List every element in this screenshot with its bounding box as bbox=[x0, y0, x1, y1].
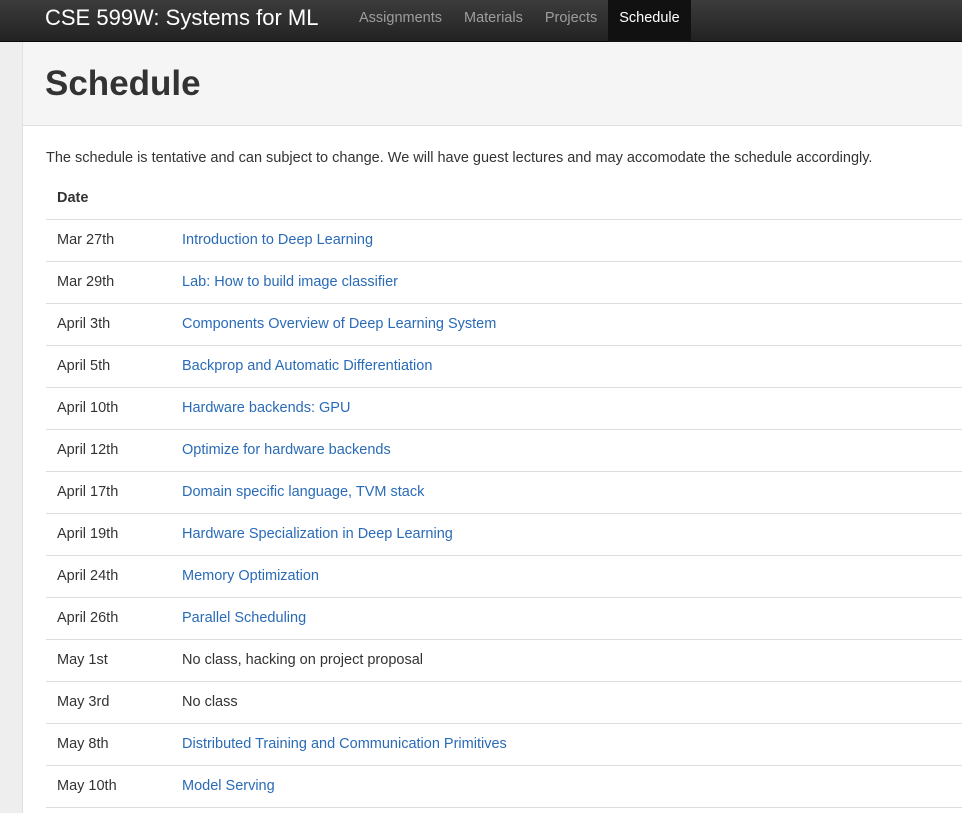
row-topic-cell: Memory Optimization bbox=[171, 555, 962, 598]
lecture-link[interactable]: Hardware Specialization in Deep Learning bbox=[182, 526, 453, 542]
left-gutter bbox=[0, 42, 23, 813]
lecture-link[interactable]: Lab: How to build image classifier bbox=[182, 274, 398, 290]
nav-materials[interactable]: Materials bbox=[453, 0, 534, 42]
schedule-intro: The schedule is tentative and can subjec… bbox=[46, 150, 873, 166]
table-row: May 1st No class, hacking on project prop… bbox=[46, 639, 962, 682]
table-header-row: Date bbox=[46, 178, 962, 220]
row-topic-cell: Distributed Training and Communication P… bbox=[171, 723, 962, 766]
table-row: May 10th Model Serving bbox=[46, 765, 962, 808]
lecture-link[interactable]: Components Overview of Deep Learning Sys… bbox=[182, 316, 496, 332]
table-row: Mar 29th Lab: How to build image classifi… bbox=[46, 261, 962, 304]
lecture-link[interactable]: Distributed Training and Communication P… bbox=[182, 736, 507, 752]
row-date: Mar 29th bbox=[46, 261, 171, 304]
row-date: May 3rd bbox=[46, 681, 171, 724]
row-date: May 10th bbox=[46, 765, 171, 808]
row-date: April 12th bbox=[46, 429, 171, 472]
page-header: Schedule bbox=[23, 42, 962, 126]
table-row: April 24th Memory Optimization bbox=[46, 555, 962, 598]
row-topic-cell: Optimize for hardware backends bbox=[171, 429, 962, 472]
schedule-body: Mar 27th Introduction to Deep Learning Mar… bbox=[46, 219, 962, 808]
lecture-link[interactable]: Hardware backends: GPU bbox=[182, 400, 350, 416]
main-nav: Assignments Materials Projects Schedule bbox=[348, 0, 691, 42]
lecture-link[interactable]: Introduction to Deep Learning bbox=[182, 232, 373, 248]
row-date: April 10th bbox=[46, 387, 171, 430]
row-topic-cell: Backprop and Automatic Differentiation bbox=[171, 345, 962, 388]
row-topic-cell: Model Serving bbox=[171, 765, 962, 808]
lecture-link[interactable]: Model Serving bbox=[182, 778, 275, 794]
row-topic-cell: No class bbox=[171, 681, 962, 724]
table-row: April 26th Parallel Scheduling bbox=[46, 597, 962, 640]
table-row: April 10th Hardware backends: GPU bbox=[46, 387, 962, 430]
table-row: April 5th Backprop and Automatic Differen… bbox=[46, 345, 962, 388]
nav-schedule[interactable]: Schedule bbox=[608, 0, 691, 42]
table-row: April 3th Components Overview of Deep Lea… bbox=[46, 303, 962, 346]
row-topic-cell: Introduction to Deep Learning bbox=[171, 219, 962, 262]
column-header-date: Date bbox=[46, 178, 171, 220]
column-header-topic bbox=[171, 178, 962, 220]
row-topic-cell: Parallel Scheduling bbox=[171, 597, 962, 640]
row-date: April 19th bbox=[46, 513, 171, 556]
row-topic-cell: Components Overview of Deep Learning Sys… bbox=[171, 303, 962, 346]
lecture-link[interactable]: Backprop and Automatic Differentiation bbox=[182, 358, 432, 374]
row-date: April 3th bbox=[46, 303, 171, 346]
table-row: April 17th Domain specific language, TVM … bbox=[46, 471, 962, 514]
row-topic-cell: Lab: How to build image classifier bbox=[171, 261, 962, 304]
lecture-link[interactable]: Parallel Scheduling bbox=[182, 610, 306, 626]
site-brand[interactable]: CSE 599W: Systems for ML bbox=[45, 4, 318, 32]
lecture-link[interactable]: Domain specific language, TVM stack bbox=[182, 484, 424, 500]
row-topic-cell: Domain specific language, TVM stack bbox=[171, 471, 962, 514]
row-topic-cell: Hardware Specialization in Deep Learning bbox=[171, 513, 962, 556]
row-date: May 8th bbox=[46, 723, 171, 766]
row-date: Mar 27th bbox=[46, 219, 171, 262]
row-date: April 24th bbox=[46, 555, 171, 598]
table-row: Mar 27th Introduction to Deep Learning bbox=[46, 219, 962, 262]
row-date: April 26th bbox=[46, 597, 171, 640]
row-date: April 5th bbox=[46, 345, 171, 388]
page-title: Schedule bbox=[45, 64, 201, 103]
row-date: May 1st bbox=[46, 639, 171, 682]
topic-text: No class, hacking on project proposal bbox=[182, 652, 423, 668]
row-topic-cell: No class, hacking on project proposal bbox=[171, 639, 962, 682]
table-row: April 12th Optimize for hardware backends bbox=[46, 429, 962, 472]
nav-projects[interactable]: Projects bbox=[534, 0, 608, 42]
row-date: April 17th bbox=[46, 471, 171, 514]
lecture-link[interactable]: Optimize for hardware backends bbox=[182, 442, 391, 458]
top-navbar: CSE 599W: Systems for ML Assignments Mat… bbox=[0, 0, 962, 42]
row-topic-cell: Hardware backends: GPU bbox=[171, 387, 962, 430]
table-row: May 8th Distributed Training and Communic… bbox=[46, 723, 962, 766]
nav-assignments[interactable]: Assignments bbox=[348, 0, 453, 42]
lecture-link[interactable]: Memory Optimization bbox=[182, 568, 319, 584]
table-row: April 19th Hardware Specialization in Dee… bbox=[46, 513, 962, 556]
table-row: May 3rd No class bbox=[46, 681, 962, 724]
schedule-table: Date Mar 27th Introduction to Deep Learni… bbox=[46, 178, 962, 808]
topic-text: No class bbox=[182, 694, 238, 710]
